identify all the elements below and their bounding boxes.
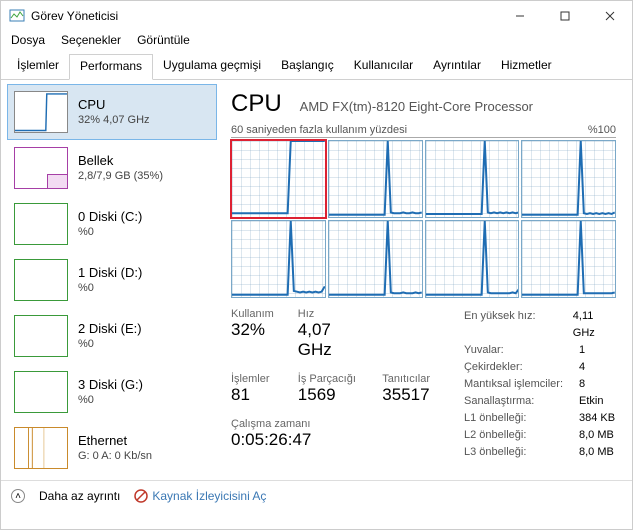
tab-services[interactable]: Hizmetler bbox=[491, 54, 562, 80]
sidebar-item-disk0[interactable]: 0 Diski (C:) %0 bbox=[7, 196, 217, 252]
sockets-value: 1 bbox=[579, 342, 585, 359]
l3-label: L3 önbelleği: bbox=[464, 444, 579, 461]
maximize-button[interactable] bbox=[542, 1, 587, 31]
l2-value: 8,0 MB bbox=[579, 427, 614, 444]
tab-performance[interactable]: Performans bbox=[69, 54, 153, 80]
cores-label: Çekirdekler: bbox=[464, 359, 579, 376]
resource-monitor-link[interactable]: Kaynak İzleyicisini Aç bbox=[134, 489, 266, 503]
sidebar-item-label: CPU bbox=[78, 96, 150, 114]
maxspeed-label: En yüksek hız: bbox=[464, 308, 573, 342]
cpu-core-5[interactable] bbox=[328, 220, 423, 298]
tab-processes[interactable]: İşlemler bbox=[7, 54, 69, 80]
stats: Kullanım32% Hız4,07 GHz İşlemler81 İş Pa… bbox=[231, 308, 616, 461]
cpu-core-7[interactable] bbox=[521, 220, 616, 298]
l1-value: 384 KB bbox=[579, 410, 615, 427]
menubar: Dosya Seçenekler Görüntüle bbox=[1, 31, 632, 53]
util-label: Kullanım bbox=[231, 308, 274, 320]
lprocs-value: 8 bbox=[579, 376, 585, 393]
disk-thumb-icon bbox=[14, 371, 68, 413]
chart-caption: 60 saniyeden fazla kullanım yüzdesi bbox=[231, 124, 407, 136]
sidebar-item-cpu[interactable]: CPU 32% 4,07 GHz bbox=[7, 84, 217, 140]
sidebar-item-sub: %0 bbox=[78, 393, 143, 408]
tab-startup[interactable]: Başlangıç bbox=[271, 54, 344, 80]
sidebar-item-sub: 2,8/7,9 GB (35%) bbox=[78, 169, 163, 184]
chart-max: %100 bbox=[588, 124, 616, 136]
threads-label: İş Parçacığı bbox=[298, 373, 359, 385]
cpu-model: AMD FX(tm)-8120 Eight-Core Processor bbox=[300, 99, 533, 114]
sidebar-item-disk1[interactable]: 1 Diski (D:) %0 bbox=[7, 252, 217, 308]
chevron-up-icon[interactable]: ˄ bbox=[11, 489, 25, 503]
cores-value: 4 bbox=[579, 359, 585, 376]
threads-value: 1569 bbox=[298, 385, 359, 405]
cpu-core-3[interactable] bbox=[521, 140, 616, 218]
tabbar: İşlemler Performans Uygulama geçmişi Baş… bbox=[1, 53, 632, 80]
titlebar: Görev Yöneticisi bbox=[1, 1, 632, 31]
handles-value: 35517 bbox=[382, 385, 430, 405]
cpu-core-0[interactable] bbox=[231, 140, 326, 218]
memory-thumb-icon bbox=[14, 147, 68, 189]
sidebar-item-ethernet[interactable]: Ethernet G: 0 A: 0 Kb/sn bbox=[7, 420, 217, 476]
l2-label: L2 önbelleği: bbox=[464, 427, 579, 444]
window-title: Görev Yöneticisi bbox=[31, 9, 497, 23]
page-title: CPU bbox=[231, 90, 282, 118]
sidebar-item-memory[interactable]: Bellek 2,8/7,9 GB (35%) bbox=[7, 140, 217, 196]
app-icon bbox=[9, 8, 25, 24]
sockets-label: Yuvalar: bbox=[464, 342, 579, 359]
disk-thumb-icon bbox=[14, 315, 68, 357]
cpu-core-4[interactable] bbox=[231, 220, 326, 298]
sidebar-item-label: 2 Diski (E:) bbox=[78, 320, 142, 338]
lprocs-label: Mantıksal işlemciler: bbox=[464, 376, 579, 393]
menu-view[interactable]: Görüntüle bbox=[137, 33, 190, 47]
tab-users[interactable]: Kullanıcılar bbox=[344, 54, 423, 80]
sidebar-item-disk3[interactable]: 3 Diski (G:) %0 bbox=[7, 364, 217, 420]
main-panel: CPU AMD FX(tm)-8120 Eight-Core Processor… bbox=[217, 80, 632, 480]
sidebar-item-disk2[interactable]: 2 Diski (E:) %0 bbox=[7, 308, 217, 364]
sidebar-item-sub: G: 0 A: 0 Kb/sn bbox=[78, 449, 152, 464]
sidebar-item-sub: 32% 4,07 GHz bbox=[78, 113, 150, 128]
util-value: 32% bbox=[231, 320, 274, 340]
tab-details[interactable]: Ayrıntılar bbox=[423, 54, 491, 80]
l1-label: L1 önbelleği: bbox=[464, 410, 579, 427]
sidebar-item-label: Bellek bbox=[78, 152, 163, 170]
handles-label: Tanıtıcılar bbox=[382, 373, 430, 385]
virt-label: Sanallaştırma: bbox=[464, 393, 579, 410]
minimize-button[interactable] bbox=[497, 1, 542, 31]
l3-value: 8,0 MB bbox=[579, 444, 614, 461]
window-controls bbox=[497, 1, 632, 31]
sidebar-item-sub: %0 bbox=[78, 281, 142, 296]
cpu-core-1[interactable] bbox=[328, 140, 423, 218]
cpu-core-2[interactable] bbox=[425, 140, 520, 218]
disk-thumb-icon bbox=[14, 203, 68, 245]
footer: ˄ Daha az ayrıntı Kaynak İzleyicisini Aç bbox=[1, 480, 632, 511]
maxspeed-value: 4,11 GHz bbox=[573, 308, 616, 342]
sidebar-item-sub: %0 bbox=[78, 337, 142, 352]
menu-options[interactable]: Seçenekler bbox=[61, 33, 121, 47]
uptime-label: Çalışma zamanı bbox=[231, 418, 430, 430]
sidebar: CPU 32% 4,07 GHz Bellek 2,8/7,9 GB (35%)… bbox=[1, 80, 217, 480]
virt-value: Etkin bbox=[579, 393, 603, 410]
menu-file[interactable]: Dosya bbox=[11, 33, 45, 47]
close-button[interactable] bbox=[587, 1, 632, 31]
sidebar-item-label: 3 Diski (G:) bbox=[78, 376, 143, 394]
tab-apphistory[interactable]: Uygulama geçmişi bbox=[153, 54, 271, 80]
ethernet-thumb-icon bbox=[14, 427, 68, 469]
sidebar-item-label: Ethernet bbox=[78, 432, 152, 450]
speed-value: 4,07 GHz bbox=[298, 320, 359, 360]
procs-value: 81 bbox=[231, 385, 274, 405]
disk-thumb-icon bbox=[14, 259, 68, 301]
procs-label: İşlemler bbox=[231, 373, 274, 385]
sidebar-item-label: 0 Diski (C:) bbox=[78, 208, 142, 226]
sidebar-item-sub: %0 bbox=[78, 225, 142, 240]
cpu-thumb-icon bbox=[14, 91, 68, 133]
speed-label: Hız bbox=[298, 308, 359, 320]
content: CPU 32% 4,07 GHz Bellek 2,8/7,9 GB (35%)… bbox=[1, 80, 632, 480]
resmon-icon bbox=[134, 489, 148, 503]
cpu-core-grid[interactable] bbox=[231, 140, 616, 298]
uptime-value: 0:05:26:47 bbox=[231, 430, 430, 450]
fewer-details-link[interactable]: Daha az ayrıntı bbox=[39, 489, 120, 503]
cpu-core-6[interactable] bbox=[425, 220, 520, 298]
sidebar-item-label: 1 Diski (D:) bbox=[78, 264, 142, 282]
